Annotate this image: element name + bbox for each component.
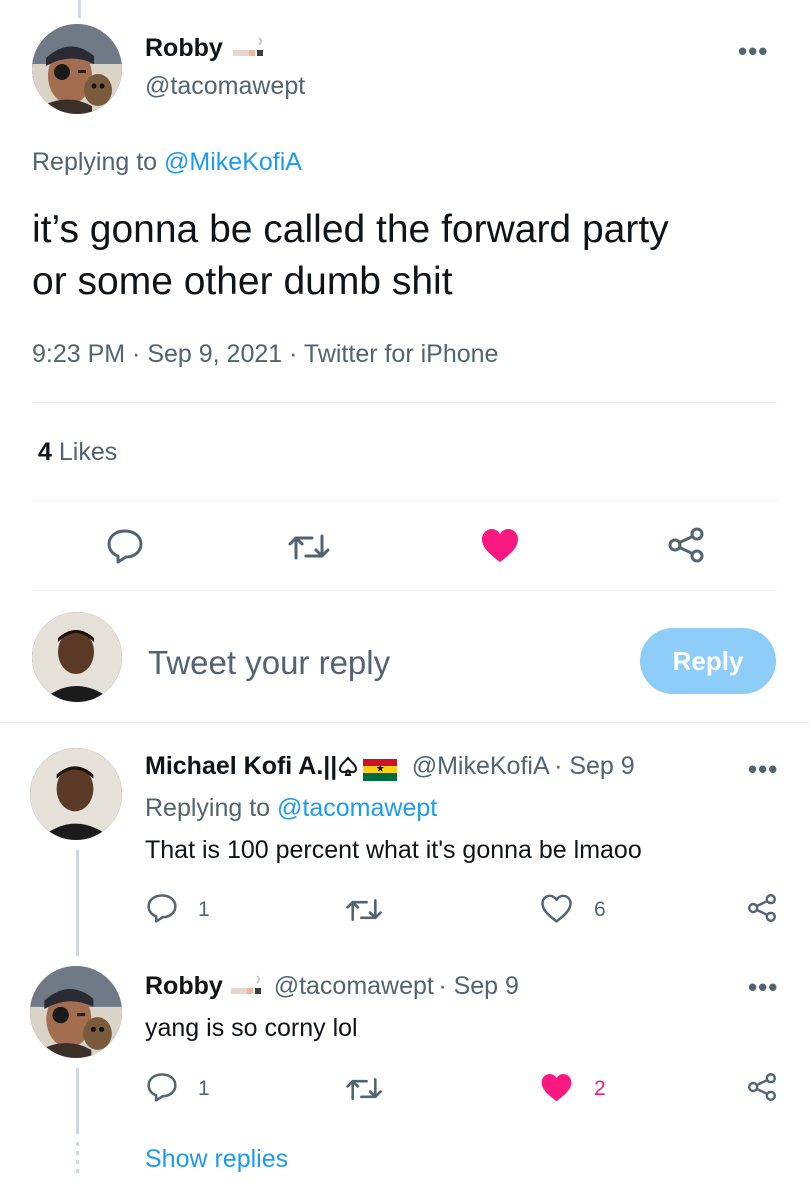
- tweet-timestamp[interactable]: 9:23 PM · Sep 9, 2021 · Twitter for iPho…: [32, 340, 498, 369]
- author-handle[interactable]: @MikeKofiA: [412, 752, 550, 780]
- tweet-text-line-2: or some other dumb shit: [32, 260, 453, 303]
- likes-label: Likes: [58, 438, 118, 466]
- author-row: Robby: [145, 34, 265, 63]
- replying-to: Replying to @MikeKofiA: [32, 148, 302, 177]
- avatar[interactable]: [30, 966, 122, 1058]
- more-icon[interactable]: •••: [748, 972, 778, 1003]
- retweet-icon[interactable]: [344, 895, 384, 925]
- avatar[interactable]: [32, 612, 122, 702]
- reply-text: That is 100 percent what it's gonna be l…: [145, 836, 642, 864]
- reply-icon[interactable]: [106, 528, 144, 564]
- author-handle[interactable]: @tacomawept: [145, 72, 305, 101]
- tweet-text-line-1: it’s gonna be called the forward party: [32, 208, 669, 251]
- ghana-flag-icon: ★: [363, 758, 398, 781]
- avatar[interactable]: [32, 24, 122, 114]
- retweet-icon[interactable]: [286, 530, 332, 564]
- reply-date[interactable]: · Sep 9: [438, 972, 519, 1000]
- show-replies-link[interactable]: Show replies: [145, 1145, 288, 1174]
- emoji-icon: [231, 974, 263, 998]
- reply-icon[interactable]: [146, 1072, 178, 1102]
- reply-count: 1: [198, 898, 210, 921]
- divider: [32, 500, 777, 501]
- likes-stat[interactable]: 4 Likes: [38, 438, 117, 467]
- replying-to-label: Replying to: [145, 794, 278, 822]
- replying-to-link[interactable]: @MikeKofiA: [164, 148, 302, 176]
- likes-count: 4: [38, 438, 52, 466]
- avatar[interactable]: [30, 748, 122, 840]
- more-icon[interactable]: •••: [738, 36, 768, 67]
- heart-icon[interactable]: [540, 1073, 573, 1103]
- reply-header: Robby @tacomawept · Sep 9: [145, 972, 519, 1001]
- reply-text: yang is so corny lol: [145, 1014, 358, 1042]
- more-icon[interactable]: •••: [748, 754, 778, 785]
- reply-count: 1: [198, 1077, 210, 1100]
- reply-header: Michael Kofi A.|| ★ @MikeKofiA · Sep 9: [145, 752, 635, 781]
- share-icon[interactable]: [746, 892, 778, 924]
- emoji-icon: [233, 36, 265, 60]
- share-icon[interactable]: [746, 1071, 778, 1103]
- reply-icon[interactable]: [146, 893, 178, 923]
- spade-icon: [337, 755, 359, 777]
- reply-date[interactable]: · Sep 9: [554, 752, 635, 780]
- author-name[interactable]: Robby: [145, 972, 223, 1000]
- thread-connector-line: [76, 1068, 79, 1134]
- like-count: 2: [594, 1077, 606, 1100]
- reply-input[interactable]: Tweet your reply: [148, 644, 390, 682]
- divider: [32, 402, 777, 403]
- like-count: 6: [594, 898, 606, 921]
- thread-connector-line: [76, 850, 79, 956]
- replying-to-label: Replying to: [32, 148, 165, 176]
- thread-dotted-line: [76, 1142, 79, 1176]
- divider: [32, 590, 777, 591]
- author-name[interactable]: Michael Kofi A.||: [145, 752, 337, 780]
- heart-icon[interactable]: [540, 894, 573, 924]
- retweet-icon[interactable]: [344, 1074, 384, 1104]
- heart-icon[interactable]: [480, 528, 520, 564]
- share-icon[interactable]: [666, 526, 706, 564]
- divider: [0, 722, 809, 723]
- replying-to: Replying to @tacomawept: [145, 794, 437, 823]
- reply-button[interactable]: Reply: [640, 628, 776, 694]
- author-name[interactable]: Robby: [145, 34, 223, 62]
- author-handle[interactable]: @tacomawept: [274, 972, 434, 1000]
- replying-to-link[interactable]: @tacomawept: [277, 794, 437, 822]
- thread-connector-line: [78, 0, 81, 18]
